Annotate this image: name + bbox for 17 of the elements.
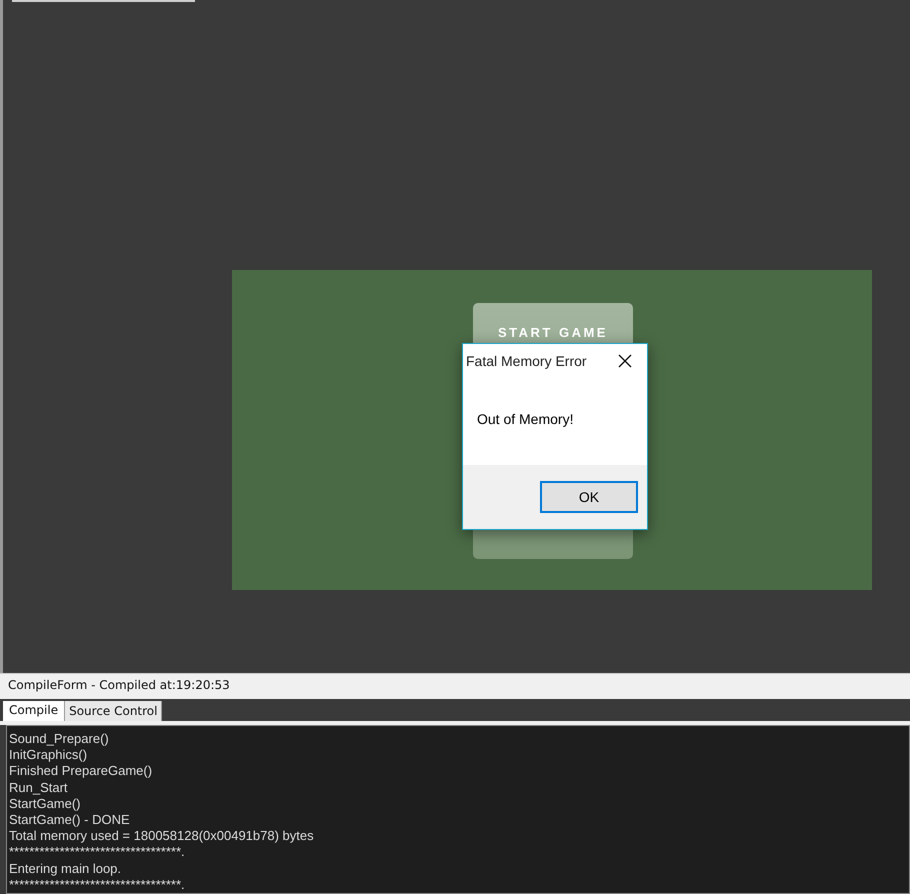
output-line: **********************************. — [9, 844, 185, 861]
output-line: Total memory used = 180058128(0x00491b78) bytes — [9, 828, 314, 844]
tab[interactable]: Source Control — [65, 700, 162, 721]
dialog-title: Fatal Memory Error — [466, 353, 587, 369]
output-line: **********************************. — [9, 876, 185, 893]
output-line: Sound_Prepare() — [9, 730, 109, 748]
tab[interactable]: Compile — [3, 700, 66, 721]
output-line: InitGraphics() — [9, 747, 88, 764]
output-line: StartGame() - DONE — [9, 812, 130, 828]
close-icon[interactable] — [618, 354, 632, 368]
dialog-message: Out of Memory! — [477, 411, 574, 427]
output-line: StartGame() — [9, 796, 81, 812]
ok-button[interactable]: OK — [540, 481, 638, 513]
output-line: Entering main loop. — [9, 860, 122, 877]
output-line: Run_Start — [9, 780, 68, 796]
output-line: Finished PrepareGame() — [9, 763, 152, 780]
compile-form-title: CompileForm - Compiled at:19:20:53 — [0, 673, 910, 700]
